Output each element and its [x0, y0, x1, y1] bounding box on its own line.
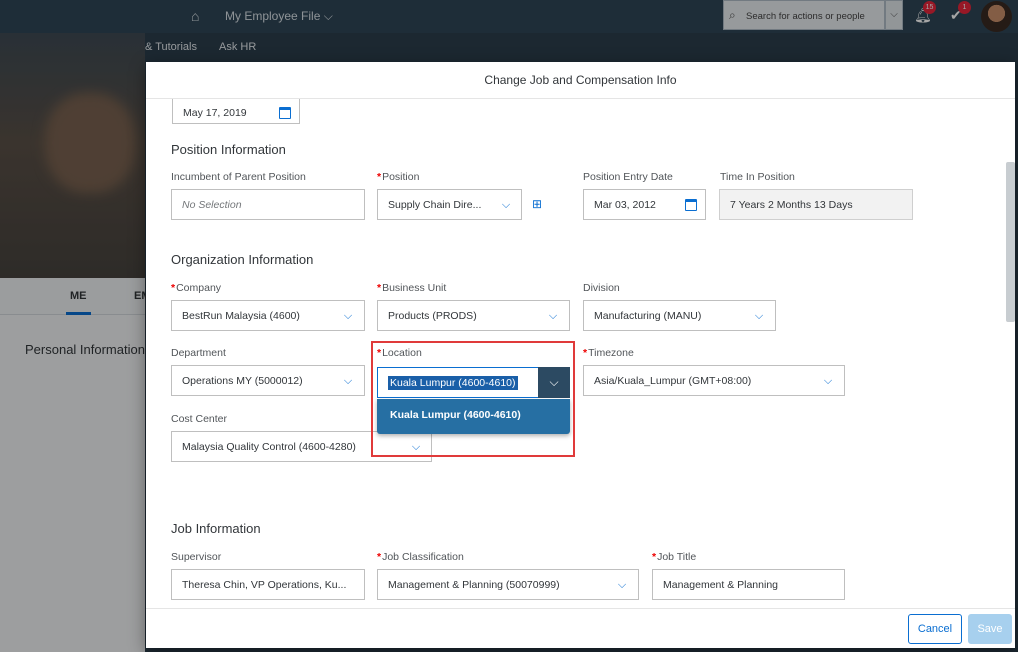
- timezone-select[interactable]: Asia/Kuala_Lumpur (GMT+08:00) ⌵: [583, 365, 845, 396]
- job-title-label: *Job Title: [652, 551, 697, 563]
- calendar-icon[interactable]: [685, 199, 697, 211]
- event-date-field[interactable]: May 17, 2019: [172, 99, 300, 124]
- supervisor-label: Supervisor: [171, 551, 222, 563]
- timezone-label: *Timezone: [583, 347, 634, 359]
- time-in-position-field: 7 Years 2 Months 13 Days: [719, 189, 913, 220]
- time-in-position-label: Time In Position: [720, 171, 795, 183]
- company-select[interactable]: BestRun Malaysia (4600) ⌵: [171, 300, 365, 331]
- incumbent-field[interactable]: No Selection: [171, 189, 365, 220]
- highlight-box: [371, 341, 575, 457]
- dialog-footer: [146, 608, 1015, 648]
- dialog-header: Change Job and Compensation Info: [146, 62, 1015, 99]
- position-select[interactable]: Supply Chain Dire... ⌵: [377, 189, 522, 220]
- change-job-dialog: Change Job and Compensation Info May 17,…: [146, 62, 1015, 648]
- job-classification-label: *Job Classification: [377, 551, 464, 563]
- calendar-icon[interactable]: [279, 107, 291, 119]
- incumbent-label: Incumbent of Parent Position: [171, 171, 306, 183]
- business-unit-label: *Business Unit: [377, 282, 447, 294]
- job-info-heading: Job Information: [171, 521, 261, 536]
- chevron-down-icon[interactable]: ⌵: [822, 375, 834, 387]
- division-label: Division: [583, 282, 620, 294]
- supervisor-field[interactable]: Theresa Chin, VP Operations, Ku...: [171, 569, 365, 600]
- chevron-down-icon[interactable]: ⌵: [500, 199, 512, 211]
- dialog-scrollbar[interactable]: [1006, 162, 1015, 322]
- position-info-heading: Position Information: [171, 142, 286, 157]
- department-select[interactable]: Operations MY (5000012) ⌵: [171, 365, 365, 396]
- save-button[interactable]: Save: [968, 614, 1012, 644]
- entry-date-label: Position Entry Date: [583, 171, 673, 183]
- entry-date-field[interactable]: Mar 03, 2012: [583, 189, 706, 220]
- org-chart-icon[interactable]: ⊞: [532, 197, 542, 211]
- business-unit-select[interactable]: Products (PRODS) ⌵: [377, 300, 570, 331]
- cancel-button[interactable]: Cancel: [908, 614, 962, 644]
- chevron-down-icon[interactable]: ⌵: [616, 579, 628, 591]
- dialog-content: May 17, 2019 Position Information Incumb…: [146, 99, 1015, 609]
- chevron-down-icon[interactable]: ⌵: [547, 310, 559, 322]
- job-title-field[interactable]: Management & Planning: [652, 569, 845, 600]
- department-label: Department: [171, 347, 226, 359]
- chevron-down-icon[interactable]: ⌵: [342, 375, 354, 387]
- job-classification-select[interactable]: Management & Planning (50070999) ⌵: [377, 569, 639, 600]
- division-select[interactable]: Manufacturing (MANU) ⌵: [583, 300, 776, 331]
- dialog-title: Change Job and Compensation Info: [484, 73, 677, 87]
- org-info-heading: Organization Information: [171, 252, 314, 267]
- position-label: *Position: [377, 171, 420, 183]
- company-label: *Company: [171, 282, 222, 294]
- chevron-down-icon[interactable]: ⌵: [342, 310, 354, 322]
- chevron-down-icon[interactable]: ⌵: [753, 310, 765, 322]
- cost-center-label: Cost Center: [171, 413, 228, 425]
